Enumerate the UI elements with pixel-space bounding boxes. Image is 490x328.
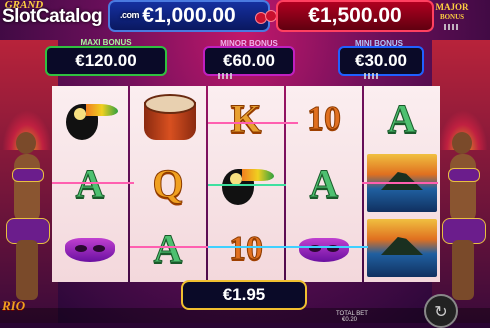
- right-dancer-image: [438, 110, 488, 300]
- reel-2: Q A: [130, 86, 206, 282]
- symbol-scene: [364, 216, 440, 281]
- symbol-toucan: [52, 86, 128, 151]
- cherry-icon: [255, 4, 277, 24]
- payline: [208, 184, 286, 186]
- volcano-scene-icon: [367, 219, 437, 277]
- payline: [52, 182, 134, 184]
- symbol-a: A: [387, 96, 417, 142]
- win-amount: €1.95: [181, 280, 307, 310]
- mask-icon: [295, 232, 353, 266]
- major-jackpot-label: MAJOR BONUS: [428, 2, 476, 36]
- symbol-mask: [52, 216, 128, 281]
- grid-indicator-icon: [364, 73, 380, 79]
- reel-1: A: [52, 86, 128, 282]
- symbol-a: A: [153, 226, 183, 272]
- symbol-mask: [286, 216, 362, 281]
- symbol-q: Q: [152, 161, 184, 207]
- payline: [130, 246, 210, 248]
- payline: [208, 246, 368, 248]
- mini-bonus-value: €30.00: [338, 46, 424, 76]
- control-bar: [0, 308, 490, 323]
- payline: [362, 182, 438, 184]
- drum-icon: [142, 93, 196, 144]
- symbol-10: 10: [229, 229, 264, 267]
- toucan-icon: [60, 94, 120, 144]
- left-dancer-image: [2, 110, 52, 300]
- mask-icon: [61, 232, 119, 266]
- payline: [208, 122, 298, 124]
- symbol-10: 10: [307, 99, 342, 137]
- refresh-icon: ↻: [434, 301, 448, 321]
- reel-area[interactable]: A Q A K 10 10 A A: [52, 86, 440, 282]
- total-bet-value: €0.20: [342, 317, 358, 323]
- major-jackpot-value: €1,500.00: [276, 0, 434, 32]
- symbol-drum: [130, 86, 206, 151]
- watermark: SlotCatalog .com: [2, 6, 140, 27]
- grid-indicator-icon: [218, 73, 234, 79]
- symbol-a: A: [309, 161, 339, 207]
- game-logo: RIO: [2, 298, 26, 313]
- reel-5: A: [364, 86, 440, 282]
- maxi-bonus-value: €120.00: [45, 46, 167, 76]
- minor-bonus-value: €60.00: [203, 46, 295, 76]
- reel-4: 10 A: [286, 86, 362, 282]
- symbol-k: K: [230, 96, 262, 142]
